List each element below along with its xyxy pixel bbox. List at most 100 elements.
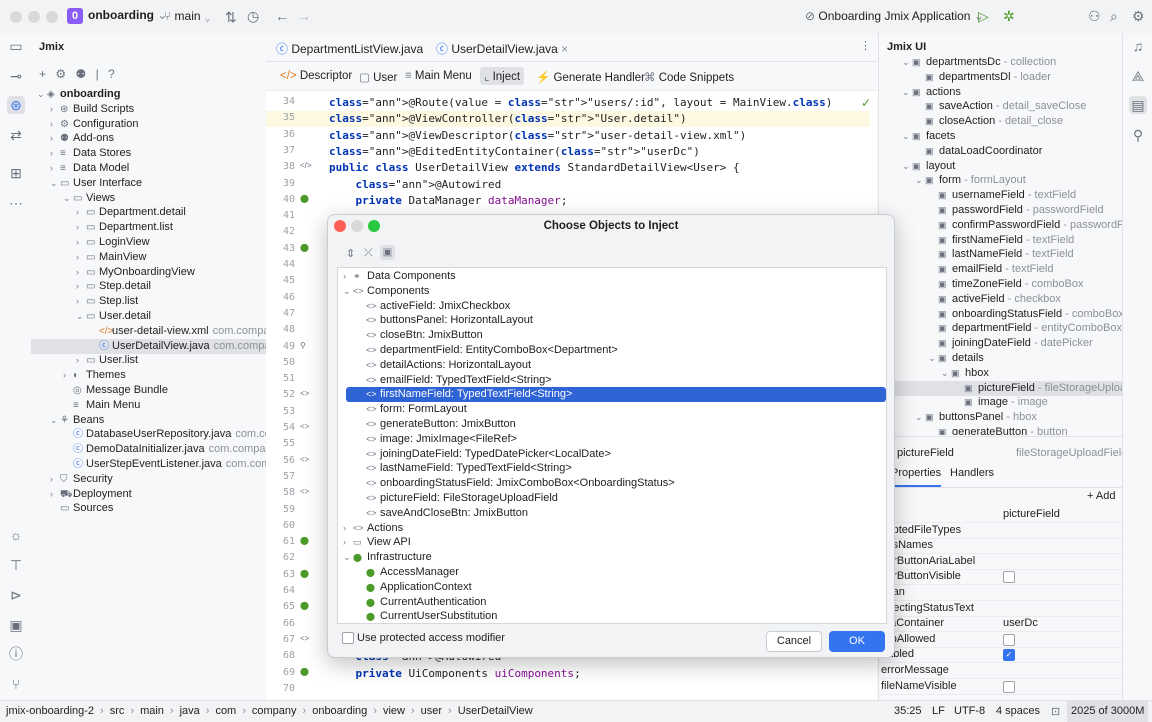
hierarchy-item[interactable]: ▣ firstNameField - textField: [879, 233, 1123, 248]
hierarchy-item[interactable]: ▣ passwordField - passwordField: [879, 203, 1123, 218]
ok-button[interactable]: OK: [829, 631, 885, 652]
inject-option[interactable]: › ⚭ Data Components: [338, 269, 886, 284]
more-tabs-icon[interactable]: ⋮: [860, 39, 871, 52]
tree-item[interactable]: › ≡ Data Stores: [31, 146, 266, 161]
inject-option[interactable]: <> closeBtn: JmixButton: [338, 328, 886, 343]
gutter-icon[interactable]: ⬤: [300, 569, 309, 578]
gutter-icon[interactable]: ⬤: [300, 194, 309, 203]
gutter-icon[interactable]: </>: [300, 161, 312, 170]
breadcrumb-item[interactable]: java: [180, 705, 200, 717]
search-icon[interactable]: ⌕: [1110, 8, 1118, 24]
tree-item[interactable]: › ▭ MyOnboardingView: [31, 265, 266, 280]
expand-arrow-icon[interactable]: ⌄: [915, 410, 925, 425]
tree-item[interactable]: › ⊛ Build Scripts: [31, 102, 266, 117]
property-checkbox[interactable]: ✓: [1003, 649, 1015, 662]
breadcrumb-item[interactable]: main: [140, 705, 164, 717]
lock-icon[interactable]: ⊡: [1051, 705, 1060, 718]
inject-option[interactable]: › ▭ View API: [338, 535, 886, 550]
hierarchy-item[interactable]: ⌄ ▣ departmentsDc - collection: [879, 57, 1123, 70]
forward-arrow-icon[interactable]: →: [297, 8, 311, 24]
inject-option[interactable]: <> detailActions: HorizontalLayout: [338, 358, 886, 373]
hierarchy-item[interactable]: ⌄ ▣ buttonsPanel - hbox: [879, 410, 1123, 425]
breadcrumb-item[interactable]: src: [110, 705, 125, 717]
hierarchy-item[interactable]: ▣ image - image: [879, 395, 1123, 410]
back-arrow-icon[interactable]: ←: [275, 8, 289, 24]
breadcrumb-item[interactable]: company: [252, 705, 297, 717]
tree-item[interactable]: › ⛉ Security: [31, 472, 266, 487]
tree-item[interactable]: ⌄ ▭ User Interface: [31, 176, 266, 191]
jmix-ui-icon[interactable]: ▤: [1129, 96, 1147, 114]
gutter-icon[interactable]: ⬤: [300, 667, 309, 676]
collapse-all-icon[interactable]: ⤫: [364, 247, 373, 260]
tree-item[interactable]: › ▭ Step.list: [31, 294, 266, 309]
expand-arrow-icon[interactable]: ⌄: [63, 191, 73, 206]
history-icon[interactable]: ◷: [247, 8, 259, 24]
inject-option[interactable]: <> buttonsPanel: HorizontalLayout: [338, 313, 886, 328]
tree-item[interactable]: › ⚉ Add-ons: [31, 131, 266, 146]
tree-item[interactable]: </>user-detail-view.xml com.compa: [31, 324, 266, 339]
help-icon[interactable]: ?: [108, 67, 115, 81]
inject-option[interactable]: <> firstNameField: TypedTextField<String>: [346, 387, 886, 403]
expand-arrow-icon[interactable]: ⌄: [902, 57, 912, 70]
tree-item[interactable]: ⓒDemoDataInitializer.javacom.company: [31, 442, 266, 457]
hierarchy-item[interactable]: ⌄ ▣ actions: [879, 85, 1123, 100]
protected-modifier-checkbox[interactable]: [342, 632, 354, 645]
generate-handler-button[interactable]: ⚡ Generate Handler: [536, 70, 645, 84]
gutter-icon[interactable]: ⚲: [300, 341, 306, 350]
hierarchy-item[interactable]: ▣ joiningDateField - datePicker: [879, 336, 1123, 351]
close-window-button[interactable]: [10, 11, 22, 23]
tree-item[interactable]: ⌄ ▭ User.detail: [31, 309, 266, 324]
inject-option[interactable]: <> emailField: TypedTextField<String>: [338, 373, 886, 388]
breadcrumb-item[interactable]: view: [383, 705, 405, 717]
breadcrumb-item[interactable]: UserDetailView: [458, 705, 533, 717]
problems-icon[interactable]: ⓘ: [7, 645, 25, 663]
inject-option[interactable]: <> activeField: JmixCheckbox: [338, 299, 886, 314]
hierarchy-item[interactable]: ▣ departmentField - entityComboBox: [879, 321, 1123, 336]
expand-arrow-icon[interactable]: ›: [76, 294, 86, 309]
jmix-icon[interactable]: ⊛: [7, 96, 25, 114]
expand-arrow-icon[interactable]: ›: [50, 472, 60, 487]
expand-arrow-icon[interactable]: ›: [76, 220, 86, 235]
inject-option[interactable]: ⌄ <> Components: [338, 284, 886, 299]
property-checkbox[interactable]: [1003, 680, 1015, 693]
gutter-icon[interactable]: ⬤: [300, 243, 309, 252]
tree-item[interactable]: ⓒDatabaseUserRepository.javacom.con: [31, 427, 266, 442]
expand-arrow-icon[interactable]: ⌄: [928, 351, 938, 366]
inject-option[interactable]: <> image: JmixImage<FileRef>: [338, 432, 886, 447]
hierarchy-item[interactable]: ▣ onboardingStatusField - comboBox: [879, 307, 1123, 322]
debug-icon[interactable]: ✲: [1003, 8, 1015, 24]
tree-item[interactable]: › ▭ Step.detail: [31, 279, 266, 294]
tab-handlers[interactable]: Handlers: [950, 467, 994, 479]
expand-arrow-icon[interactable]: ›: [76, 235, 86, 250]
expand-arrow-icon[interactable]: ›: [50, 131, 60, 146]
property-value[interactable]: pictureField: [1003, 507, 1060, 522]
tree-item[interactable]: ⌄ ▭ Views: [31, 191, 266, 206]
user-button[interactable]: ▢ User: [359, 70, 397, 84]
tree-item[interactable]: ⌄ ⚘ Beans: [31, 413, 266, 428]
tree-item[interactable]: › ◐ Themes: [31, 368, 266, 383]
gutter-icon[interactable]: ⬤: [300, 536, 309, 545]
main-menu-button[interactable]: ≡ Main Menu: [405, 70, 472, 82]
hierarchy-item[interactable]: ⌄ ▣ hbox: [879, 366, 1123, 381]
cancel-button[interactable]: Cancel: [766, 631, 822, 652]
expand-arrow-icon[interactable]: ›: [63, 368, 73, 383]
expand-arrow-icon[interactable]: ›: [50, 487, 60, 502]
hierarchy-item[interactable]: ⌄ ▣ layout: [879, 159, 1123, 174]
tree-item[interactable]: › ⛟Deployment: [31, 487, 266, 502]
hierarchy-item[interactable]: ▣ emailField - textField: [879, 262, 1123, 277]
flatten-icon[interactable]: ▣: [380, 245, 395, 260]
expand-arrow-icon[interactable]: ⌄: [902, 85, 912, 100]
breadcrumb-item[interactable]: jmix-onboarding-2: [6, 705, 94, 717]
expand-arrow-icon[interactable]: ⌄: [915, 173, 925, 188]
indent-setting[interactable]: 4 spaces: [996, 705, 1040, 717]
gradle-icon[interactable]: ⚉: [75, 67, 86, 81]
git-icon[interactable]: ⑂: [7, 675, 25, 693]
debug-bug-icon[interactable]: ☼: [7, 526, 25, 544]
tree-item[interactable]: ⓒUserStepEventListener.javacom.comp: [31, 457, 266, 472]
expand-arrow-icon[interactable]: ›: [343, 535, 353, 550]
add-user-icon[interactable]: ⚇: [1088, 8, 1101, 24]
inject-option[interactable]: ⬤ ApplicationContext: [338, 580, 886, 595]
tree-item[interactable]: › ▭ Department.detail: [31, 205, 266, 220]
add-property-button[interactable]: + Add: [1087, 490, 1115, 502]
expand-arrow-icon[interactable]: ›: [50, 161, 60, 176]
